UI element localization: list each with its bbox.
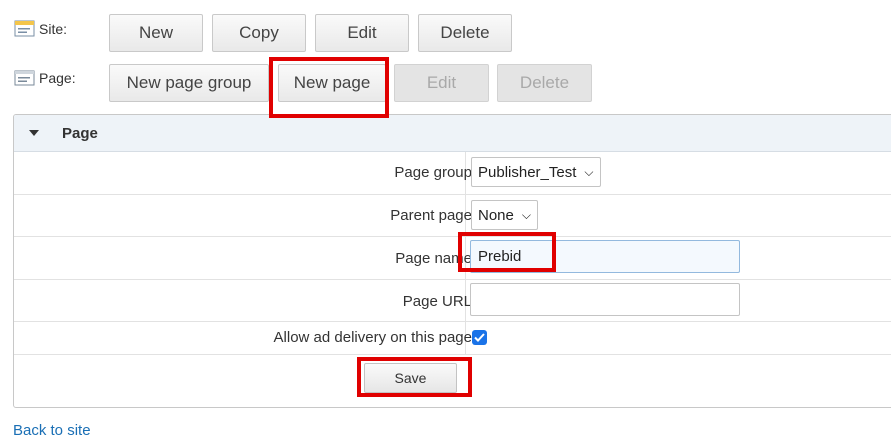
site-row-label: Site:: [14, 19, 67, 39]
page-url-label: Page URL: [402, 293, 472, 310]
panel-title: Page: [62, 124, 98, 142]
parent-page-label: Parent page: [390, 207, 472, 224]
site-edit-button[interactable]: Edit: [315, 14, 409, 52]
site-icon: [14, 19, 36, 39]
page-edit-button[interactable]: Edit: [394, 64, 489, 102]
page-group-select[interactable]: Publisher_Test ⌵: [471, 157, 601, 187]
site-delete-button[interactable]: Delete: [418, 14, 512, 52]
chevron-down-icon: ⌵: [521, 207, 531, 222]
back-to-site-link[interactable]: Back to site: [13, 422, 91, 439]
page-name-input[interactable]: Prebid: [470, 240, 740, 273]
chevron-down-icon: ⌵: [584, 164, 594, 179]
save-button[interactable]: Save: [364, 363, 457, 393]
allow-ad-row: Allow ad delivery on this page: [14, 322, 891, 355]
page-label-text: Page:: [39, 70, 76, 86]
site-new-button[interactable]: New: [109, 14, 203, 52]
checkmark-icon: [474, 333, 485, 342]
page-panel: Page Page group Publisher_Test ⌵ Parent …: [13, 114, 891, 408]
site-label-text: Site:: [39, 21, 68, 37]
page-url-input[interactable]: [470, 283, 740, 316]
page-group-value: Publisher_Test: [478, 163, 577, 181]
parent-page-value: None: [478, 206, 514, 224]
new-page-button[interactable]: New page: [278, 64, 386, 102]
page-icon: [14, 68, 36, 88]
page-group-label: Page group: [394, 164, 472, 181]
parent-page-select[interactable]: None ⌵: [471, 200, 538, 230]
page-name-row: Page name Prebid: [14, 237, 891, 280]
collapse-triangle-icon[interactable]: [29, 130, 39, 136]
site-copy-button[interactable]: Copy: [212, 14, 306, 52]
allow-ad-checkbox[interactable]: [472, 330, 487, 345]
page-name-label: Page name: [395, 250, 472, 267]
page-row-label: Page:: [14, 68, 76, 88]
parent-page-row: Parent page None ⌵: [14, 195, 891, 237]
page-group-row: Page group Publisher_Test ⌵: [14, 152, 891, 195]
panel-header[interactable]: Page: [14, 115, 891, 152]
new-page-group-button[interactable]: New page group: [109, 64, 269, 102]
allow-ad-label: Allow ad delivery on this page: [273, 329, 472, 346]
page-url-row: Page URL: [14, 280, 891, 322]
page-delete-button[interactable]: Delete: [497, 64, 592, 102]
